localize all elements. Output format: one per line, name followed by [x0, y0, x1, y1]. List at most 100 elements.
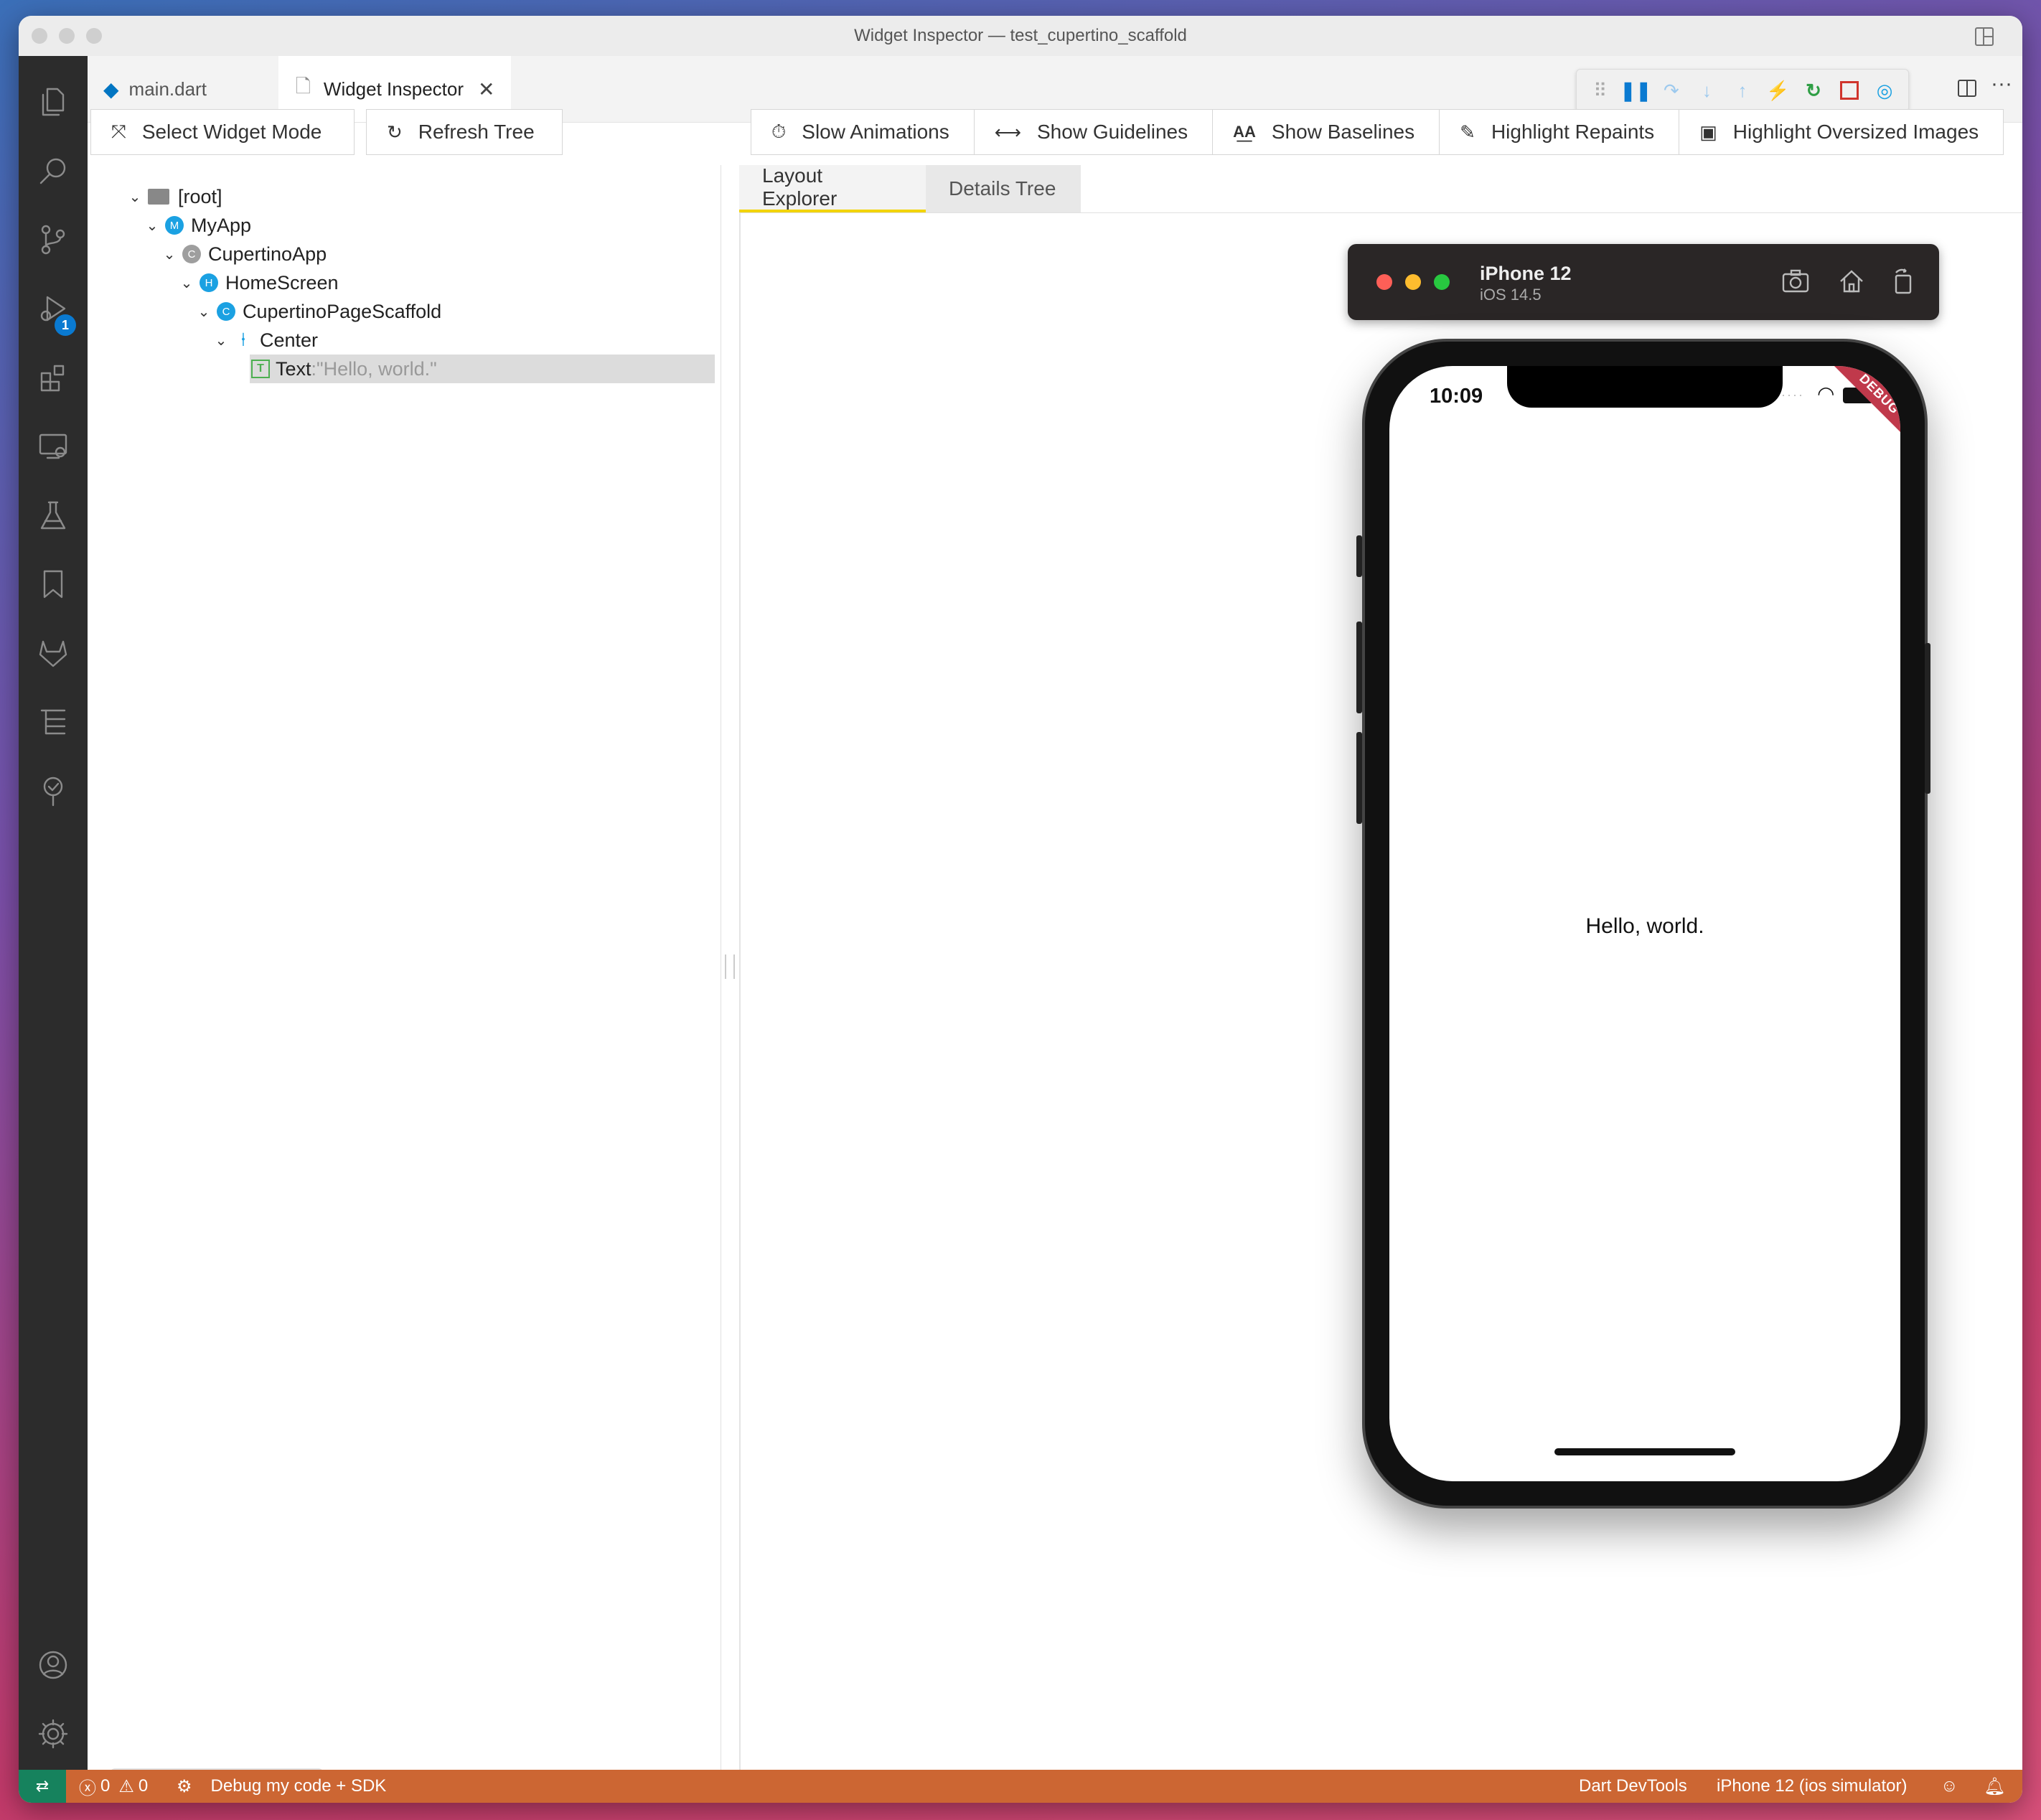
search-icon[interactable]: [19, 136, 88, 205]
settings-gear-icon[interactable]: [19, 1699, 88, 1768]
show-baselines-button[interactable]: A͟A Show Baselines: [1212, 109, 1440, 155]
close-tab-icon[interactable]: ✕: [478, 78, 494, 101]
step-out-icon[interactable]: ↑: [1731, 79, 1754, 102]
node-label: [root]: [178, 185, 222, 207]
sim-zoom-button[interactable]: [1434, 274, 1450, 290]
remote-explorer-icon[interactable]: [19, 412, 88, 481]
customize-layout-icon[interactable]: [1974, 26, 1995, 47]
notifications-bell-icon[interactable]: 🔔︎: [1984, 1770, 2005, 1803]
explorer-icon[interactable]: [19, 67, 88, 136]
tree-node-center[interactable]: ⌄ ⍿ Center: [212, 326, 318, 355]
sim-device-name: iPhone 12: [1480, 263, 1572, 284]
tab-details-tree[interactable]: Details Tree: [926, 165, 1081, 212]
chevron-down-icon[interactable]: ⌄: [212, 332, 230, 350]
source-control-icon[interactable]: [19, 205, 88, 274]
widget-tree-panel: ⌄ [root] ⌄ M MyApp ⌄ C CupertinoApp ⌄ H …: [89, 165, 721, 1777]
phone-screen[interactable]: 10:09 ···· ◠ DEBUG Hello, world.: [1389, 366, 1900, 1481]
home-icon[interactable]: [1837, 267, 1866, 296]
more-actions-icon[interactable]: ···: [1991, 72, 2012, 96]
problems-indicator[interactable]: ⓧ 0 ⚠ 0: [79, 1770, 148, 1803]
tree-node-myapp[interactable]: ⌄ M MyApp: [144, 211, 251, 240]
chevron-down-icon[interactable]: ⌄: [195, 303, 212, 321]
tree-node-root[interactable]: ⌄ [root]: [126, 182, 222, 211]
chevron-down-icon[interactable]: ⌄: [178, 274, 195, 292]
widget-c-icon: C: [217, 302, 235, 321]
tab-label: Details Tree: [949, 177, 1056, 200]
refresh-tree-button[interactable]: ↻ Refresh Tree: [366, 109, 563, 155]
sim-minimize-button[interactable]: [1405, 274, 1421, 290]
hot-restart-icon[interactable]: ↻: [1802, 79, 1825, 102]
node-label: HomeScreen: [225, 271, 339, 294]
status-time: 10:09: [1430, 385, 1483, 408]
debug-toolbar: ⠿ ❚❚ ↷ ↓ ↑ ⚡ ↻ ◎: [1576, 69, 1909, 112]
mute-switch: [1356, 535, 1362, 577]
tab-layout-explorer[interactable]: Layout Explorer: [739, 164, 926, 212]
highlight-oversized-images-button[interactable]: ▣ Highlight Oversized Images: [1679, 109, 2004, 155]
dart-file-icon: ◆: [103, 78, 119, 100]
refresh-icon: ↻: [387, 121, 403, 143]
account-icon[interactable]: [19, 1631, 88, 1699]
screenshot-icon[interactable]: [1781, 268, 1810, 294]
node-value: "Hello, world.": [316, 357, 437, 380]
side-button: [1925, 643, 1930, 794]
run-debug-icon[interactable]: 1: [19, 274, 88, 343]
tree-node-homescreen[interactable]: ⌄ H HomeScreen: [178, 268, 339, 297]
tree-node-text-selected[interactable]: T Text : "Hello, world.": [250, 355, 715, 383]
tree-node-cupertinoapp[interactable]: ⌄ C CupertinoApp: [161, 240, 327, 268]
debug-run-icon: ⚙: [177, 1776, 192, 1796]
device-selector[interactable]: iPhone 12 (ios simulator): [1717, 1770, 1907, 1803]
split-editor-icon[interactable]: [1956, 78, 1978, 99]
guidelines-icon: ⟷: [994, 121, 1021, 143]
file-icon: 🗋: [296, 75, 311, 97]
step-into-icon[interactable]: ↓: [1695, 79, 1718, 102]
widget-h-icon: H: [200, 273, 218, 292]
chevron-down-icon[interactable]: ⌄: [144, 217, 161, 235]
hot-reload-icon[interactable]: ⚡: [1766, 79, 1789, 102]
button-label: Slow Animations: [802, 121, 949, 143]
select-widget-mode-button[interactable]: ⤧ Select Widget Mode: [90, 109, 355, 155]
outline-tree-icon[interactable]: [19, 688, 88, 756]
layout-explorer-border: [739, 212, 741, 1770]
stop-icon[interactable]: [1838, 79, 1861, 102]
bookmark-icon[interactable]: [19, 550, 88, 619]
node-label: CupertinoPageScaffold: [243, 300, 442, 322]
tree-node-cupertinopagescaffold[interactable]: ⌄ C CupertinoPageScaffold: [195, 297, 442, 326]
debug-banner: DEBUG: [1827, 366, 1900, 446]
rotate-icon[interactable]: [1890, 267, 1916, 296]
error-count: 0: [100, 1776, 111, 1796]
gitlab-icon[interactable]: [19, 619, 88, 688]
notch: [1507, 366, 1783, 408]
node-label: Center: [260, 329, 319, 351]
brush-icon: ✎: [1460, 121, 1475, 143]
sim-close-button[interactable]: [1376, 274, 1392, 290]
volume-down-button: [1356, 732, 1362, 824]
show-guidelines-button[interactable]: ⟷ Show Guidelines: [973, 109, 1213, 155]
highlight-repaints-button[interactable]: ✎ Highlight Repaints: [1439, 109, 1679, 155]
pause-icon[interactable]: ❚❚: [1620, 79, 1652, 102]
home-indicator[interactable]: [1554, 1448, 1735, 1455]
folder-icon: [148, 189, 169, 205]
testing-icon[interactable]: [19, 481, 88, 550]
extensions-icon[interactable]: [19, 343, 88, 412]
flutter-tree-icon[interactable]: [19, 756, 88, 825]
step-over-icon[interactable]: ↷: [1660, 79, 1683, 102]
error-icon: ⓧ: [79, 1778, 96, 1798]
chevron-down-icon[interactable]: ⌄: [161, 245, 178, 263]
chevron-down-icon[interactable]: ⌄: [126, 188, 144, 206]
pane-splitter-handle[interactable]: [725, 954, 735, 979]
drag-handle-icon[interactable]: ⠿: [1589, 79, 1612, 102]
debug-config-indicator[interactable]: ⚙ Debug my code + SDK: [177, 1770, 386, 1803]
vscode-window: Widget Inspector — test_cupertino_scaffo…: [19, 16, 2022, 1803]
button-label: Show Baselines: [1271, 121, 1415, 143]
node-label: CupertinoApp: [208, 243, 327, 265]
text-widget-icon: T: [251, 360, 270, 378]
iphone-device-frame: 10:09 ···· ◠ DEBUG Hello, world.: [1356, 339, 1930, 1509]
simulator-titlebar: iPhone 12 iOS 14.5: [1348, 244, 1939, 320]
devtools-search-icon[interactable]: ◎: [1873, 79, 1896, 102]
remote-indicator[interactable]: ⇄: [19, 1770, 66, 1803]
feedback-icon[interactable]: ☺: [1941, 1770, 1958, 1803]
dart-devtools-button[interactable]: Dart DevTools: [1579, 1770, 1687, 1803]
slow-animations-button[interactable]: ⏱ Slow Animations: [751, 109, 974, 155]
wifi-icon: ◠: [1817, 383, 1835, 405]
button-label: Show Guidelines: [1037, 121, 1188, 143]
